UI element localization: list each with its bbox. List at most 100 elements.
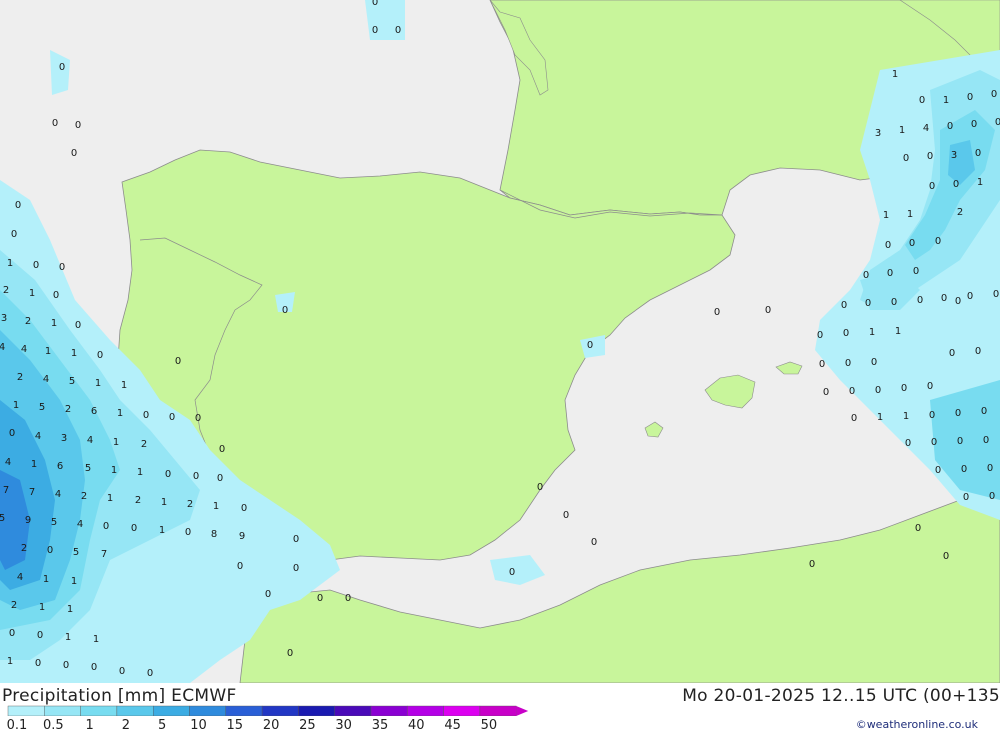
precip-value: 2 bbox=[11, 600, 17, 611]
precip-value: 0 bbox=[53, 290, 59, 301]
precip-value: 0 bbox=[282, 305, 288, 316]
precip-value: 0 bbox=[9, 628, 15, 639]
precip-value: 0 bbox=[993, 289, 999, 300]
precip-value: 0 bbox=[905, 438, 911, 449]
precip-value: 1 bbox=[977, 177, 983, 188]
precip-value: 1 bbox=[895, 326, 901, 337]
precip-value: 1 bbox=[43, 574, 49, 585]
legend-tick-label: 1 bbox=[85, 718, 94, 733]
precip-value: 0 bbox=[929, 181, 935, 192]
precip-value: 0 bbox=[165, 469, 171, 480]
precip-value: 3 bbox=[1, 313, 7, 324]
legend-tick-label: 2 bbox=[121, 718, 131, 733]
precip-value: 0 bbox=[287, 648, 293, 659]
precip-value: 0 bbox=[591, 537, 597, 548]
map-title: Precipitation [mm] ECMWF bbox=[2, 686, 237, 706]
precip-value: 0 bbox=[714, 307, 720, 318]
precip-value: 0 bbox=[943, 551, 949, 562]
precip-value: 0 bbox=[563, 510, 569, 521]
legend-tick-label: 0.1 bbox=[6, 718, 28, 733]
precip-value: 0 bbox=[217, 473, 223, 484]
precip-value: 0 bbox=[955, 408, 961, 419]
precip-value: 1 bbox=[111, 465, 117, 476]
precip-value: 3 bbox=[951, 150, 957, 161]
precip-value: 2 bbox=[3, 285, 9, 296]
legend-swatch bbox=[479, 705, 517, 716]
precip-value: 0 bbox=[915, 523, 921, 534]
precip-value: 0 bbox=[372, 0, 378, 8]
precip-value: 0 bbox=[169, 412, 175, 423]
precip-value: 0 bbox=[345, 593, 351, 604]
precip-value: 1 bbox=[883, 210, 889, 221]
precip-value: 0 bbox=[823, 387, 829, 398]
precip-value: 1 bbox=[903, 411, 909, 422]
precip-value: 0 bbox=[265, 589, 271, 600]
precip-value: 1 bbox=[159, 525, 165, 536]
precip-value: 7 bbox=[3, 485, 9, 496]
precip-value: 1 bbox=[29, 288, 35, 299]
precip-value: 1 bbox=[39, 602, 45, 613]
precip-value: 0 bbox=[817, 330, 823, 341]
precip-value: 0 bbox=[957, 436, 963, 447]
precip-value: 0 bbox=[841, 300, 847, 311]
precip-value: 1 bbox=[71, 348, 77, 359]
precip-value: 1 bbox=[7, 258, 13, 269]
precip-value: 4 bbox=[0, 342, 5, 353]
legend-swatch bbox=[370, 705, 408, 716]
precip-value: 7 bbox=[29, 487, 35, 498]
precip-value: 1 bbox=[7, 656, 13, 667]
precip-value: 0 bbox=[97, 350, 103, 361]
precip-value: 1 bbox=[137, 467, 143, 478]
precip-value: 2 bbox=[81, 491, 87, 502]
precip-value: 4 bbox=[43, 374, 49, 385]
precip-value: 0 bbox=[971, 119, 977, 130]
precip-value: 0 bbox=[219, 444, 225, 455]
precip-value: 2 bbox=[25, 316, 31, 327]
precip-value: 0 bbox=[317, 593, 323, 604]
precip-value: 0 bbox=[967, 291, 973, 302]
precip-value: 0 bbox=[537, 482, 543, 493]
precip-value: 0 bbox=[241, 503, 247, 514]
precip-value: 1 bbox=[121, 380, 127, 391]
precip-value: 2 bbox=[141, 439, 147, 450]
precip-value: 0 bbox=[59, 262, 65, 273]
legend-labels: 0.1 0.5 1 2 5 10 15 20 25 30 35 40 45 50 bbox=[0, 718, 520, 734]
precip-value: 2 bbox=[187, 499, 193, 510]
precip-value: 2 bbox=[135, 495, 141, 506]
precip-value: 0 bbox=[885, 240, 891, 251]
precip-value: 3 bbox=[875, 128, 881, 139]
precip-value: 0 bbox=[143, 410, 149, 421]
precip-value: 0 bbox=[75, 120, 81, 131]
precip-value: 0 bbox=[119, 666, 125, 677]
precip-value: 1 bbox=[51, 318, 57, 329]
precip-value: 0 bbox=[913, 266, 919, 277]
precip-value: 0 bbox=[981, 406, 987, 417]
precip-value: 4 bbox=[87, 435, 93, 446]
precip-value: 3 bbox=[61, 433, 67, 444]
precip-value: 0 bbox=[175, 356, 181, 367]
precip-value: 1 bbox=[31, 459, 37, 470]
precip-value: 0 bbox=[35, 658, 41, 669]
precip-value: 0 bbox=[131, 523, 137, 534]
precip-value: 0 bbox=[147, 668, 153, 679]
precip-value: 0 bbox=[59, 62, 65, 73]
precip-value: 0 bbox=[975, 346, 981, 357]
precip-value: 0 bbox=[931, 437, 937, 448]
precip-value: 1 bbox=[943, 95, 949, 106]
precip-value: 2 bbox=[65, 404, 71, 415]
precip-value: 0 bbox=[33, 260, 39, 271]
precip-value: 0 bbox=[819, 359, 825, 370]
precip-value: 2 bbox=[17, 372, 23, 383]
precip-value: 0 bbox=[995, 117, 1000, 128]
credit-text: ©weatheronline.co.uk bbox=[855, 718, 978, 731]
precip-value: 0 bbox=[919, 95, 925, 106]
precip-value: 0 bbox=[237, 561, 243, 572]
precip-value: 6 bbox=[91, 406, 97, 417]
precip-value: 0 bbox=[935, 465, 941, 476]
precip-value: 0 bbox=[185, 527, 191, 538]
precip-value: 0 bbox=[903, 153, 909, 164]
precip-value: 0 bbox=[967, 92, 973, 103]
run-info: Mo 20-01-2025 12..15 UTC (00+135 bbox=[682, 686, 1000, 706]
precip-value: 5 bbox=[39, 402, 45, 413]
precip-value: 4 bbox=[21, 344, 27, 355]
